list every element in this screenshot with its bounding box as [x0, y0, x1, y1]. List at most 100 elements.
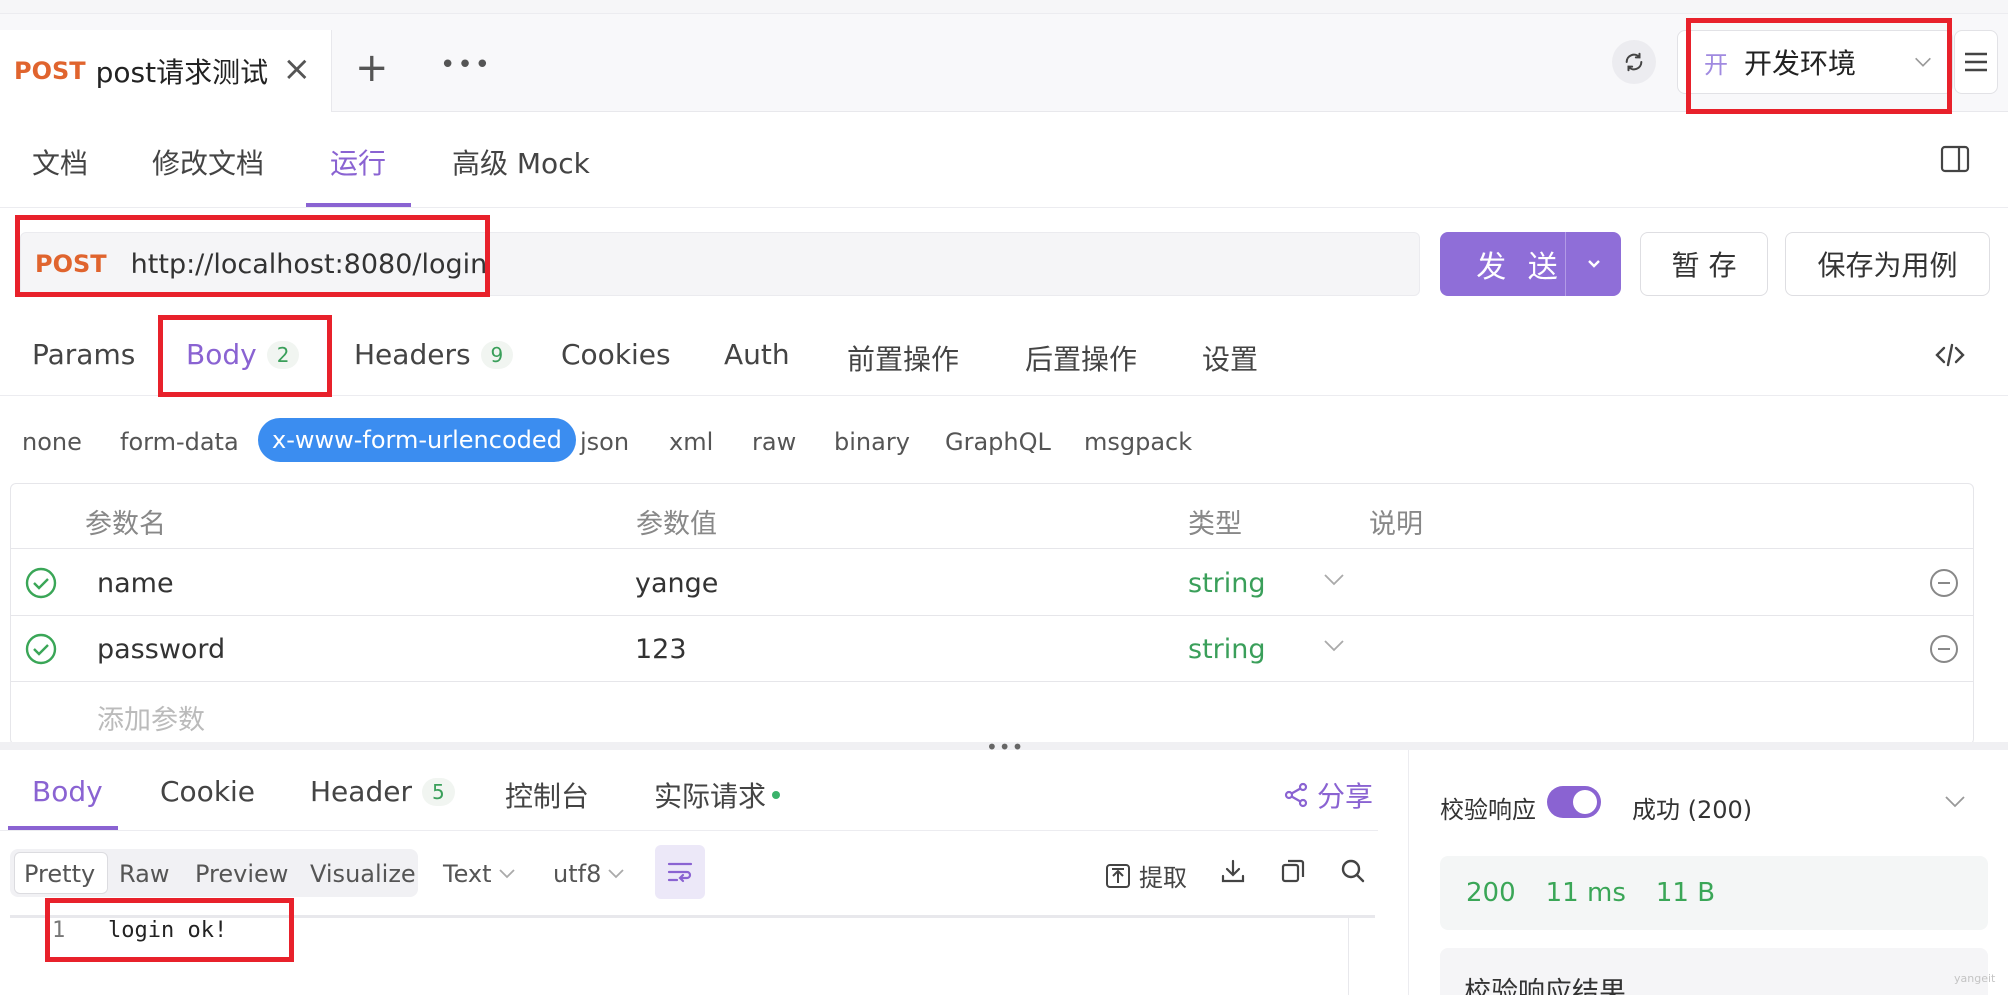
encoding-select[interactable]: utf8 — [553, 860, 625, 888]
view-raw[interactable]: Raw — [119, 860, 169, 888]
close-icon[interactable]: × — [283, 52, 312, 86]
format-label: Text — [443, 860, 492, 888]
resp-tab-console[interactable]: 控制台 — [505, 775, 589, 815]
chevron-down-icon[interactable] — [1323, 638, 1345, 658]
tab-body[interactable]: Body 2 — [186, 338, 300, 371]
resp-tab-actual-request[interactable]: 实际请求 — [654, 775, 781, 815]
divider — [0, 830, 1378, 831]
view-pretty[interactable]: Pretty — [24, 860, 95, 888]
response-time: 11 ms — [1545, 878, 1626, 908]
resp-tab-body[interactable]: Body — [32, 775, 103, 808]
env-badge: 开 — [1704, 50, 1728, 79]
extract-label: 提取 — [1139, 864, 1187, 892]
status-dot — [772, 791, 781, 799]
save-draft-button[interactable]: 暂 存 — [1640, 232, 1768, 296]
more-icon[interactable]: ••• — [440, 52, 492, 78]
tab-params[interactable]: Params — [32, 338, 135, 371]
tab-body-label: Body — [186, 338, 257, 371]
window-top-strip — [0, 0, 2008, 14]
tab-run[interactable]: 运行 — [330, 142, 386, 182]
line-number: 1 — [52, 918, 66, 943]
save-as-case-button[interactable]: 保存为用例 — [1785, 232, 1990, 296]
watermark: yangeit — [1954, 972, 1996, 985]
headers-count-badge: 9 — [480, 340, 514, 369]
col-value: 参数值 — [636, 509, 717, 540]
environment-select[interactable]: 开 开发环境 — [1677, 30, 1953, 94]
sidebar-toggle-icon[interactable] — [1940, 145, 1970, 177]
tab-edit-doc[interactable]: 修改文档 — [152, 142, 264, 182]
body-type-none[interactable]: none — [22, 428, 82, 456]
remove-icon[interactable] — [1929, 568, 1959, 602]
request-tabs: Params Body 2 Headers 9 Cookies Auth 前置操… — [0, 318, 2008, 396]
share-button[interactable]: 分享 — [1283, 775, 1373, 815]
copy-icon[interactable] — [1280, 858, 1306, 884]
remove-icon[interactable] — [1929, 634, 1959, 668]
search-icon[interactable] — [1340, 858, 1366, 884]
download-icon[interactable] — [1220, 858, 1246, 884]
share-label: 分享 — [1317, 780, 1374, 813]
tab-headers-label: Headers — [354, 338, 471, 371]
tab-cookies[interactable]: Cookies — [561, 338, 671, 371]
resp-tab-cookie[interactable]: Cookie — [160, 775, 255, 808]
tab-doc[interactable]: 文档 — [32, 142, 88, 182]
menu-icon[interactable] — [1954, 30, 1998, 94]
tab-post-ops[interactable]: 后置操作 — [1025, 338, 1137, 378]
drag-handle-icon[interactable]: ••• — [986, 735, 1024, 759]
resp-tab-header[interactable]: Header 5 — [310, 775, 455, 808]
refresh-icon[interactable] — [1612, 40, 1656, 84]
table-row: password 123 string — [11, 616, 1973, 682]
body-type-urlencoded[interactable]: x-www-form-urlencoded — [258, 418, 576, 462]
body-type-xml[interactable]: xml — [669, 428, 713, 456]
view-preview[interactable]: Preview — [195, 860, 288, 888]
add-tab-icon[interactable]: + — [355, 48, 389, 88]
tab-post-request[interactable]: POST post请求测试 × — [0, 30, 332, 112]
param-value[interactable]: yange — [635, 568, 718, 599]
send-dropdown-icon[interactable] — [1565, 232, 1621, 296]
response-stats: 200 11 ms 11 B — [1440, 856, 1988, 930]
verify-toggle[interactable] — [1547, 786, 1601, 818]
body-type-json[interactable]: json — [580, 428, 629, 456]
status-code: 200 — [1466, 878, 1516, 908]
resp-actual-label: 实际请求 — [654, 780, 767, 813]
response-size: 11 B — [1655, 878, 1716, 908]
verify-label: 校验响应 — [1440, 796, 1536, 824]
resp-header-count: 5 — [421, 777, 455, 806]
body-type-binary[interactable]: binary — [834, 428, 910, 456]
body-type-graphql[interactable]: GraphQL — [945, 428, 1051, 456]
tab-method-label: POST — [14, 57, 86, 85]
body-type-raw[interactable]: raw — [752, 428, 796, 456]
param-type[interactable]: string — [1188, 634, 1266, 665]
param-type[interactable]: string — [1188, 568, 1266, 599]
tab-pre-ops[interactable]: 前置操作 — [847, 338, 959, 378]
body-type-msgpack[interactable]: msgpack — [1084, 428, 1192, 456]
word-wrap-icon[interactable] — [655, 845, 705, 899]
code-icon[interactable] — [1935, 342, 1965, 372]
tab-auth[interactable]: Auth — [724, 338, 790, 371]
params-table: 参数名 参数值 类型 说明 name yange string password… — [10, 483, 1974, 745]
add-param-input[interactable]: 添加参数 — [97, 698, 205, 737]
tab-headers[interactable]: Headers 9 — [354, 338, 514, 371]
param-value[interactable]: 123 — [635, 634, 687, 665]
body-type-form-data[interactable]: form-data — [120, 428, 239, 456]
body-count-badge: 2 — [266, 340, 300, 369]
check-circle-icon[interactable] — [24, 566, 58, 604]
request-method[interactable]: POST — [35, 250, 107, 278]
param-name[interactable]: name — [97, 568, 174, 599]
tab-title: post请求测试 — [95, 56, 269, 89]
share-icon — [1283, 782, 1309, 808]
editor-scrollbar[interactable] — [1348, 915, 1374, 995]
url-bar[interactable]: POST http://localhost:8080/login — [20, 232, 1420, 296]
view-visualize[interactable]: Visualize — [310, 860, 416, 888]
check-circle-icon[interactable] — [24, 632, 58, 670]
table-row: name yange string — [11, 550, 1973, 616]
extract-button[interactable]: 提取 — [1105, 858, 1187, 893]
param-name[interactable]: password — [97, 634, 225, 665]
url-input[interactable]: http://localhost:8080/login — [131, 249, 488, 280]
format-select[interactable]: Text — [443, 860, 516, 888]
resp-header-label: Header — [310, 775, 412, 808]
chevron-down-icon[interactable] — [1323, 572, 1345, 592]
chevron-down-icon[interactable] — [1944, 794, 1966, 814]
tab-settings[interactable]: 设置 — [1202, 338, 1258, 378]
tab-advanced-mock[interactable]: 高级 Mock — [452, 142, 590, 182]
verify-result-title: 校验响应结果 — [1464, 977, 1626, 995]
